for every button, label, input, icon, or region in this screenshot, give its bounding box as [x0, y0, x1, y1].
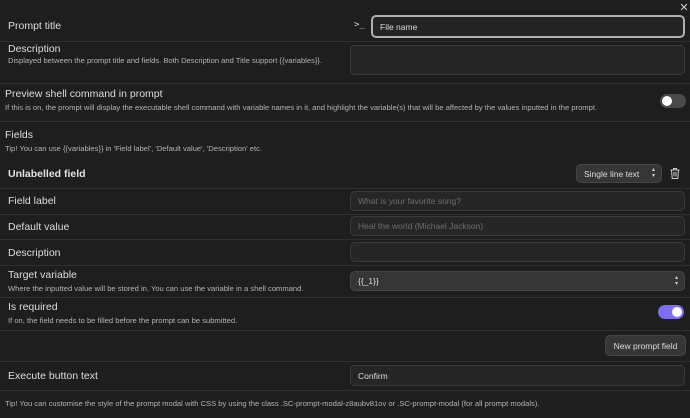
execute-button-value: Confirm — [358, 370, 388, 381]
execute-button-input[interactable]: Confirm — [350, 365, 685, 386]
prompt-title-label: Prompt title — [8, 20, 62, 32]
divider — [0, 297, 690, 298]
description-help: Displayed between the prompt title and f… — [8, 56, 323, 65]
preview-shell-toggle[interactable] — [660, 94, 686, 108]
field-type-select[interactable]: Single line text ▴ ▾ — [576, 164, 662, 183]
field-description-input[interactable] — [350, 242, 685, 262]
prompt-title-input[interactable]: File name — [371, 15, 685, 38]
field-label-input[interactable]: What is your favorite song? — [350, 191, 685, 211]
new-prompt-field-button[interactable]: New prompt field — [605, 335, 686, 356]
default-value-placeholder: Heal the world (Michael Jackson) — [358, 221, 484, 231]
divider — [0, 330, 690, 331]
divider — [0, 390, 690, 391]
default-value-label: Default value — [8, 221, 70, 233]
field-type-value: Single line text — [584, 168, 640, 179]
field-description-label: Description — [8, 247, 61, 259]
default-value-input[interactable]: Heal the world (Michael Jackson) — [350, 216, 685, 236]
divider — [0, 361, 690, 362]
divider — [0, 188, 690, 189]
new-prompt-field-label: New prompt field — [613, 340, 678, 351]
footer-tip: Tip! You can customise the style of the … — [5, 399, 540, 408]
divider — [0, 214, 690, 215]
field-heading: Unlabelled field — [8, 168, 86, 180]
field-label-placeholder: What is your favorite song? — [358, 196, 461, 206]
divider — [0, 239, 690, 240]
target-variable-select[interactable]: {{_1}} ▴ ▾ — [350, 271, 685, 291]
execute-button-label: Execute button text — [8, 370, 98, 382]
description-textarea[interactable] — [350, 45, 685, 75]
toggle-knob — [672, 307, 682, 317]
divider — [0, 121, 690, 122]
prompt-title-value: File name — [380, 21, 418, 32]
close-icon[interactable]: ✕ — [678, 2, 690, 14]
divider — [0, 83, 690, 84]
divider — [0, 265, 690, 266]
target-variable-value: {{_1}} — [358, 276, 379, 286]
description-label: Description — [8, 43, 61, 55]
target-variable-help: Where the inputted value will be stored … — [8, 284, 304, 293]
preview-shell-label: Preview shell command in prompt — [5, 88, 163, 100]
is-required-label: Is required — [8, 301, 58, 313]
fields-tip: Tip! You can use {{variables}} in 'Field… — [5, 144, 263, 153]
preview-shell-help: If this is on, the prompt will display t… — [5, 103, 598, 112]
is-required-help: If on, the field needs to be filled befo… — [8, 316, 238, 325]
chevron-updown-icon: ▴ ▾ — [674, 275, 678, 287]
toggle-knob — [662, 96, 672, 106]
terminal-icon: >_ — [354, 20, 365, 30]
divider — [0, 41, 690, 42]
trash-icon[interactable] — [669, 167, 681, 180]
chevron-updown-icon: ▴ ▾ — [651, 167, 655, 179]
fields-heading: Fields — [5, 129, 34, 141]
is-required-toggle[interactable] — [658, 305, 684, 319]
target-variable-label: Target variable — [8, 269, 77, 281]
field-label-label: Field label — [8, 195, 56, 207]
